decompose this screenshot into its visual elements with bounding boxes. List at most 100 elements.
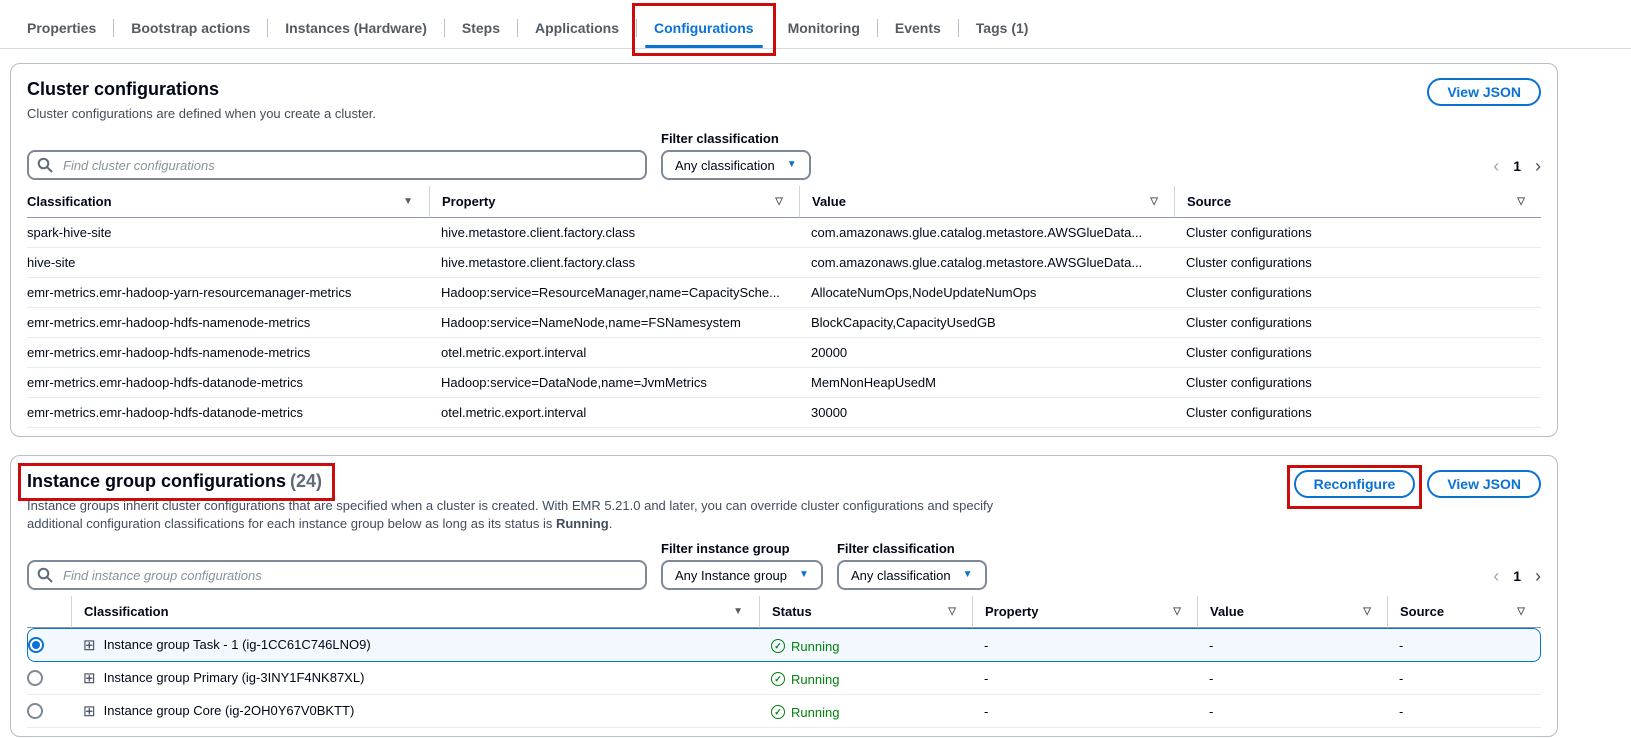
pagination-next-button[interactable]: › [1535,567,1541,585]
check-circle-icon: ✓ [771,639,785,653]
filter-triangle-icon[interactable]: ▽ [1517,606,1525,617]
cell-property: Hadoop:service=NameNode,name=FSNamesyste… [429,308,799,338]
pagination-page-number[interactable]: 1 [1513,568,1521,584]
filter-triangle-icon[interactable]: ▽ [1150,196,1158,207]
expand-icon[interactable]: ⊞ [83,703,96,720]
cell-property: hive.metastore.client.factory.class [429,218,799,248]
classification-filter-value: Any classification [675,158,775,173]
cell-property: otel.metric.export.interval [429,398,799,428]
tab-instances-hardware[interactable]: Instances (Hardware) [268,8,444,48]
filter-triangle-icon[interactable]: ▽ [1363,606,1371,617]
table-row[interactable]: ⊞Instance group Primary (ig-3INY1F4NK87X… [27,662,1541,695]
cell-classification: emr-metrics.emr-hadoop-hdfs-datanode-met… [27,368,429,398]
filter-triangle-icon[interactable]: ▽ [948,606,956,617]
caret-down-icon: ▼ [799,570,809,580]
cell-property: - [972,695,1197,728]
pagination-prev-button[interactable]: ‹ [1493,567,1499,585]
radio-button[interactable] [28,637,44,653]
cell-value: - [1197,628,1387,662]
column-header-classification[interactable]: Classification ▼ [71,596,759,628]
cell-classification: hive-site [27,248,429,278]
cell-value: com.amazonaws.glue.catalog.metastore.AWS… [799,218,1174,248]
cell-source: - [1387,695,1541,728]
pagination-page-number[interactable]: 1 [1513,158,1521,174]
column-header-label: Source [1400,604,1444,619]
cell-value: 30000 [799,398,1174,428]
status-badge: ✓ Running [771,639,839,654]
cluster-search-box [27,150,647,180]
table-row[interactable]: emr-metrics.emr-hadoop-yarn-resourcemana… [27,278,1541,308]
instance-group-filter-select[interactable]: Any Instance group ▼ [661,560,823,590]
table-row[interactable]: spark-hive-site hive.metastore.client.fa… [27,218,1541,248]
caret-down-icon: ▼ [787,160,797,170]
cell-classification: spark-hive-site [27,218,429,248]
column-header-label: Classification [84,604,169,619]
cluster-search-input[interactable] [27,150,647,180]
tab-events[interactable]: Events [878,8,958,48]
table-row[interactable]: emr-metrics.emr-hadoop-hdfs-namenode-met… [27,308,1541,338]
tab-bootstrap-actions[interactable]: Bootstrap actions [114,8,267,48]
table-row[interactable]: emr-metrics.emr-hadoop-hdfs-namenode-met… [27,338,1541,368]
classification-filter-select[interactable]: Any classification ▼ [837,560,987,590]
cluster-pagination: ‹ 1 › [1493,157,1541,180]
tab-properties[interactable]: Properties [10,8,113,48]
cell-source: - [1387,628,1541,662]
instance-group-configurations-title: Instance group configurations(24) [27,470,322,492]
column-header-source[interactable]: Source▽ [1174,186,1541,218]
classification-filter-select[interactable]: Any classification ▼ [661,150,811,180]
filter-triangle-icon[interactable]: ▼ [403,196,413,207]
filter-classification-label: Filter classification [661,131,811,146]
cell-classification: emr-metrics.emr-hadoop-hdfs-datanode-met… [27,398,429,428]
column-header-classification[interactable]: Classification ▼ [27,186,429,218]
tab-monitoring[interactable]: Monitoring [771,8,877,48]
view-json-button[interactable]: View JSON [1427,78,1541,106]
instance-group-name: Instance group Task - 1 (ig-1CC61C746LNO… [104,637,371,652]
cell-property: hive.metastore.client.factory.class [429,248,799,278]
view-json-button[interactable]: View JSON [1427,470,1541,498]
table-row[interactable]: hive-site hive.metastore.client.factory.… [27,248,1541,278]
column-header-status[interactable]: Status▽ [759,596,972,628]
table-row[interactable]: emr-metrics.emr-hadoop-hdfs-datanode-met… [27,398,1541,428]
column-header-source[interactable]: Source ▽ [1387,596,1541,628]
tab-steps[interactable]: Steps [445,8,517,48]
column-header-select [27,596,71,628]
cell-source: Cluster configurations [1174,368,1541,398]
instance-group-name: Instance group Core (ig-2OH0Y67V0BKTT) [104,703,355,718]
column-header-value[interactable]: Value▽ [799,186,1174,218]
tab-applications[interactable]: Applications [518,8,636,48]
column-header-value[interactable]: Value ▽ [1197,596,1387,628]
expand-icon[interactable]: ⊞ [83,637,96,654]
instance-group-configurations-panel: Instance group configurations(24) Instan… [10,455,1558,737]
cell-property: Hadoop:service=ResourceManager,name=Capa… [429,278,799,308]
cell-source: Cluster configurations [1174,398,1541,428]
status-label: Running [791,639,839,654]
column-header-property[interactable]: Property▽ [429,186,799,218]
cell-value: BlockCapacity,CapacityUsedGB [799,308,1174,338]
cell-classification: emr-metrics.emr-hadoop-hdfs-namenode-met… [27,308,429,338]
cell-select [27,695,71,728]
tab-configurations[interactable]: Configurations [637,8,771,48]
filter-triangle-icon[interactable]: ▽ [1173,606,1181,617]
cell-value: - [1197,695,1387,728]
instance-group-search-input[interactable] [27,560,647,590]
pagination-next-button[interactable]: › [1535,157,1541,175]
filter-triangle-icon[interactable]: ▽ [1517,196,1525,207]
filter-instance-group-label: Filter instance group [661,541,823,556]
table-row[interactable]: ⊞ Instance group Task - 1 (ig-1CC61C746LN… [27,628,1541,662]
expand-icon[interactable]: ⊞ [83,670,96,687]
cell-property: Hadoop:service=DataNode,name=JvmMetrics [429,368,799,398]
cluster-configurations-title: Cluster configurations [27,78,376,100]
filter-triangle-icon[interactable]: ▽ [775,196,783,207]
column-header-label: Value [1210,604,1244,619]
pagination-prev-button[interactable]: ‹ [1493,157,1499,175]
radio-button[interactable] [27,703,43,719]
status-label: Running [791,672,839,687]
reconfigure-button[interactable]: Reconfigure [1294,470,1416,498]
column-header-property[interactable]: Property▽ [972,596,1197,628]
filter-triangle-icon[interactable]: ▼ [733,606,743,617]
tab-tags[interactable]: Tags (1) [959,8,1046,48]
table-row[interactable]: emr-metrics.emr-hadoop-hdfs-datanode-met… [27,368,1541,398]
radio-button[interactable] [27,670,43,686]
table-row[interactable]: ⊞Instance group Core (ig-2OH0Y67V0BKTT) … [27,695,1541,728]
column-header-label: Classification [27,194,112,209]
